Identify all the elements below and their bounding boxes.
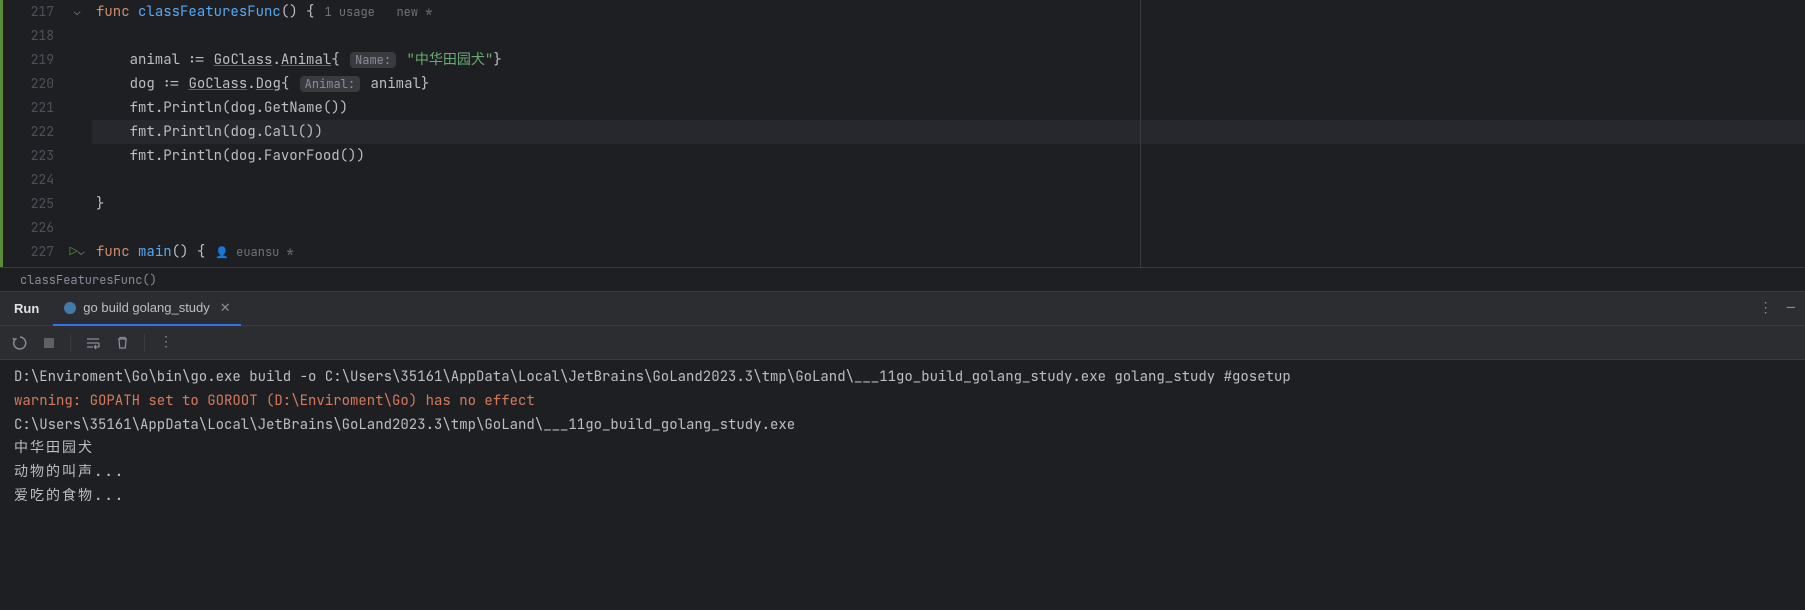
person-icon: 👤 [215, 246, 229, 260]
line-number[interactable]: 227 [14, 240, 54, 264]
line-number[interactable]: 221 [14, 96, 54, 120]
code-line: dog := GoClass.Dog{ Animal: animal} [92, 72, 1805, 96]
console-line: 爱吃的食物... [14, 485, 1791, 509]
code-line: } [92, 192, 1805, 216]
tool-window-title: Run [0, 299, 53, 319]
more-icon[interactable]: ⋮ [159, 332, 173, 353]
code-line [92, 216, 1805, 240]
code-editor[interactable]: func classFeaturesFunc() {1 usage new * … [92, 0, 1805, 267]
parameter-hint: Animal: [300, 76, 360, 92]
code-line: animal := GoClass.Animal{ Name: "中华田园犬"} [92, 48, 1805, 72]
vcs-gutter [0, 0, 14, 267]
breadcrumb[interactable]: classFeaturesFunc() [0, 268, 1805, 292]
toolbar-separator [144, 334, 145, 352]
close-icon[interactable]: ✕ [220, 298, 231, 318]
code-line: fmt.Println(dog.GetName()) [92, 96, 1805, 120]
console-output[interactable]: D:\Enviroment\Go\bin\go.exe build -o C:\… [0, 360, 1805, 515]
line-number[interactable]: 217 [14, 0, 54, 24]
console-line: warning: GOPATH set to GOROOT (D:\Enviro… [14, 390, 1791, 414]
editor-area: 217 218 219 220 221 222 223 224 225 226 … [0, 0, 1805, 268]
run-tool-window-header: Run go build golang_study ✕ ⋮ — [0, 292, 1805, 326]
usage-hint[interactable]: 1 usage new * [314, 4, 432, 20]
console-line: D:\Enviroment\Go\bin\go.exe build -o C:\… [14, 366, 1791, 390]
run-config-tab[interactable]: go build golang_study ✕ [53, 292, 240, 326]
code-line [92, 24, 1805, 48]
run-gutter-icon[interactable]: ▷ [69, 242, 77, 263]
line-number[interactable]: 222 [14, 120, 54, 144]
rerun-icon[interactable] [12, 335, 28, 351]
code-line [92, 168, 1805, 192]
hide-panel-icon[interactable]: — [1787, 298, 1795, 319]
line-number-gutter[interactable]: 217 218 219 220 221 222 223 224 225 226 … [14, 0, 62, 267]
tool-window-actions: ⋮ — [1759, 298, 1795, 319]
line-number[interactable]: 219 [14, 48, 54, 72]
fold-collapse-icon[interactable]: ⌄ [78, 244, 85, 261]
line-number[interactable]: 220 [14, 72, 54, 96]
author-hint[interactable]: 👤 euansu * [205, 244, 294, 260]
soft-wrap-icon[interactable] [85, 335, 101, 351]
right-margin-guide [1140, 0, 1141, 267]
gutter-icons: ⌄ ▷ ⌄ [62, 0, 92, 267]
parameter-hint: Name: [350, 52, 396, 68]
console-line: 中华田园犬 [14, 437, 1791, 461]
console-line: 动物的叫声... [14, 461, 1791, 485]
code-line: func classFeaturesFunc() {1 usage new * [92, 0, 1805, 24]
line-number[interactable]: 218 [14, 24, 54, 48]
trash-icon[interactable] [115, 335, 130, 350]
code-line: fmt.Println(dog.Call()) [92, 120, 1805, 144]
fold-collapse-icon[interactable]: ⌄ [74, 4, 81, 21]
run-tab-label: go build golang_study [83, 298, 210, 318]
toolbar-separator [70, 334, 71, 352]
line-number[interactable]: 225 [14, 192, 54, 216]
code-line: func main() {👤 euansu * [92, 240, 1805, 264]
go-icon [63, 301, 77, 315]
more-options-icon[interactable]: ⋮ [1759, 298, 1773, 319]
console-line: C:\Users\35161\AppData\Local\JetBrains\G… [14, 414, 1791, 438]
code-line: fmt.Println(dog.FavorFood()) [92, 144, 1805, 168]
stop-icon[interactable] [42, 336, 56, 350]
line-number[interactable]: 226 [14, 216, 54, 240]
console-toolbar: ⋮ [0, 326, 1805, 360]
line-number[interactable]: 224 [14, 168, 54, 192]
line-number[interactable]: 223 [14, 144, 54, 168]
